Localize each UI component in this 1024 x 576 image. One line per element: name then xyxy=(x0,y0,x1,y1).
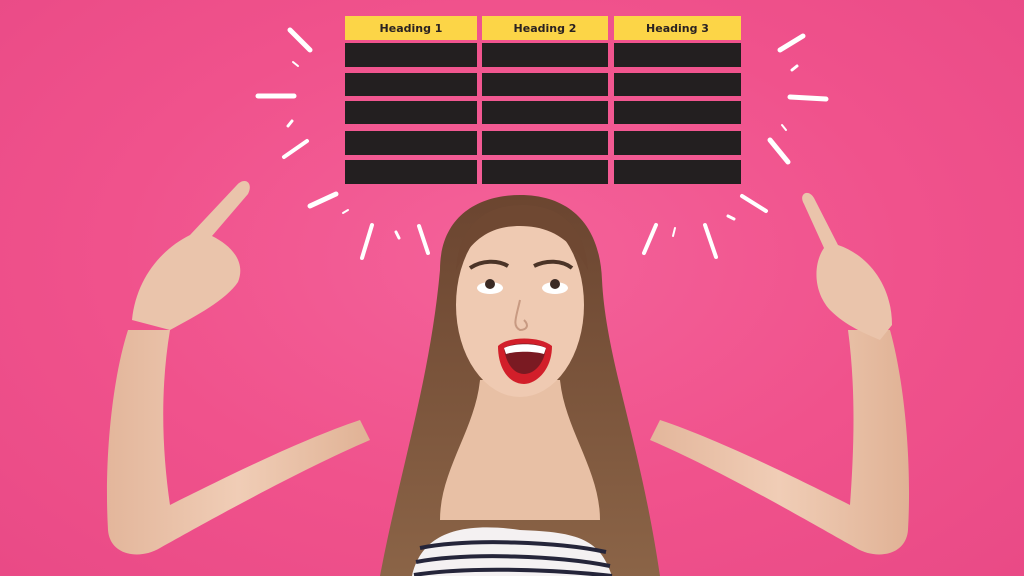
table-cell xyxy=(614,73,741,96)
burst-mark xyxy=(394,230,401,240)
table-cell xyxy=(345,43,477,67)
burst-mark xyxy=(703,223,718,259)
table-cell xyxy=(345,101,477,124)
table-graphic: Heading 1 Heading 2 Heading 3 xyxy=(0,0,1024,200)
table-cell xyxy=(614,101,741,124)
table-cell xyxy=(482,43,608,67)
photo-scene: Heading 1 Heading 2 Heading 3 xyxy=(0,0,1024,576)
table-header-2: Heading 2 xyxy=(482,16,608,40)
table-cell xyxy=(614,131,741,155)
burst-mark xyxy=(726,214,736,221)
table-cell xyxy=(482,73,608,96)
table-header-3: Heading 3 xyxy=(614,16,741,40)
burst-mark xyxy=(342,209,349,214)
table-cell xyxy=(482,160,608,184)
table-header-1: Heading 1 xyxy=(345,16,477,40)
table-cell xyxy=(345,160,477,184)
table-cell xyxy=(345,73,477,96)
burst-mark xyxy=(672,227,676,237)
burst-mark xyxy=(417,224,430,255)
table-cell xyxy=(345,131,477,155)
table-cell xyxy=(614,43,741,67)
burst-mark xyxy=(642,223,658,255)
table-cell xyxy=(482,131,608,155)
burst-mark xyxy=(360,223,374,260)
table-cell xyxy=(614,160,741,184)
table-cell xyxy=(482,101,608,124)
